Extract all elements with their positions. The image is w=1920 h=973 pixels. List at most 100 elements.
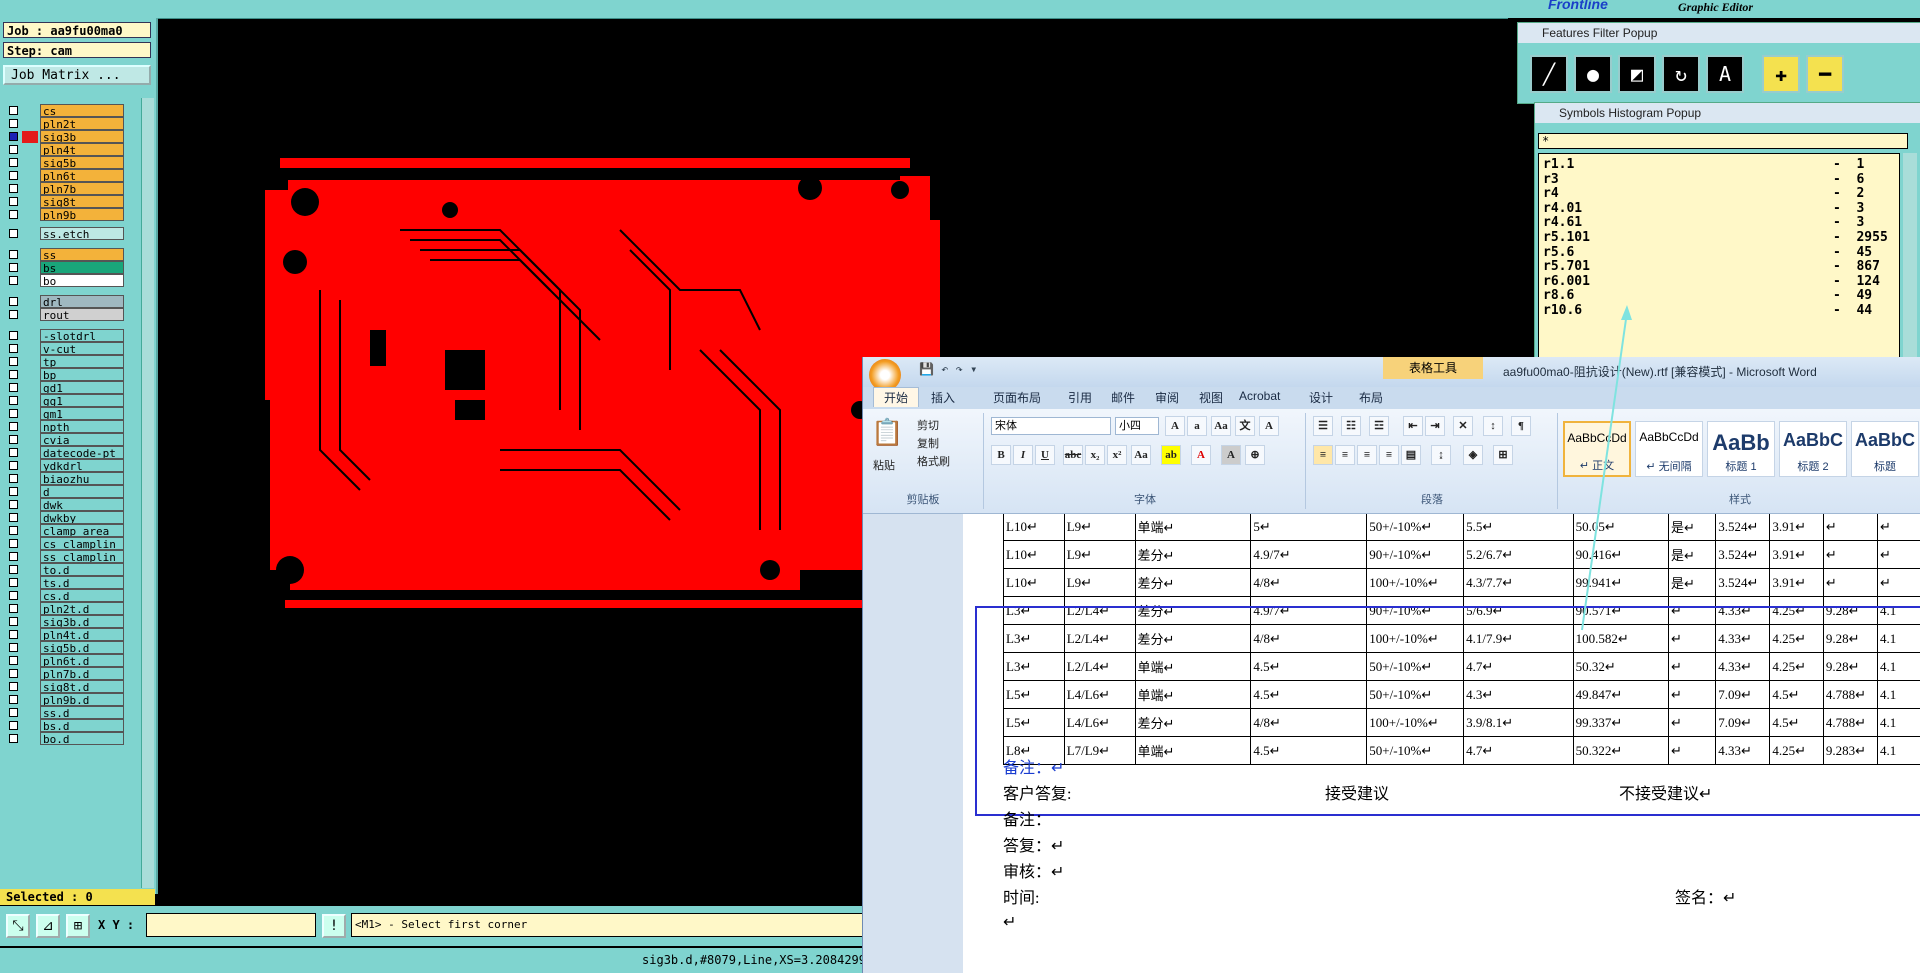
layer-name[interactable]: npth [40, 420, 124, 433]
layer-name[interactable]: -slotdrl [40, 329, 124, 342]
paste-button[interactable]: 粘贴 [873, 457, 895, 473]
layer-checkbox[interactable] [9, 708, 18, 717]
histogram-row[interactable]: r10.6 - 44 [1543, 302, 1872, 320]
layer-row[interactable]: drl [2, 295, 142, 309]
style-option[interactable]: AaBbC 标题 [1851, 421, 1919, 477]
cut-button[interactable]: 剪切 [917, 417, 939, 433]
text-filter-icon[interactable]: A [1706, 55, 1744, 93]
layer-row[interactable]: pln9b [2, 208, 142, 222]
layer-row[interactable]: gm1 [2, 407, 142, 421]
layer-row[interactable]: biaozhu [2, 472, 142, 486]
layer-checkbox[interactable] [9, 171, 18, 180]
table-cell[interactable]: L9↵ [1063, 514, 1136, 541]
document-page[interactable]: L10↵ L9↵ 单端↵ 5↵ 50+/-10%↵ 5.5↵ 50.05↵ 是↵ 3.524↵ 3… [963, 514, 1920, 973]
layer-checkbox[interactable] [9, 396, 18, 405]
layer-name[interactable]: cs_clamplin [40, 537, 124, 550]
table-cell[interactable]: L10↵ [1003, 540, 1065, 569]
layer-row[interactable]: cvia [2, 433, 142, 447]
layer-row[interactable]: pln2t [2, 117, 142, 131]
layer-name[interactable]: sig8t [40, 195, 124, 208]
layer-row[interactable]: -slotdrl [2, 329, 142, 343]
layer-name[interactable]: sig5b.d [40, 641, 124, 654]
layer-name[interactable]: pln9b.d [40, 693, 124, 706]
layer-name[interactable]: to.d [40, 563, 124, 576]
layer-checkbox[interactable] [9, 409, 18, 418]
layer-row[interactable]: pln9b.d [2, 693, 142, 707]
table-cell[interactable]: ↵ [1822, 514, 1879, 541]
enclose-char-icon[interactable]: ⊕ [1245, 445, 1265, 465]
ribbon-tab[interactable]: 邮件 [1111, 389, 1135, 406]
layer-name[interactable]: datecode-pt [40, 446, 124, 459]
layer-name[interactable]: ydkdrl [40, 459, 124, 472]
table-cell[interactable]: 5↵ [1250, 514, 1368, 541]
table-cell[interactable]: ↵ [1822, 568, 1879, 597]
layer-row[interactable]: ss.d [2, 706, 142, 720]
line-spacing-icon[interactable]: ↨ [1431, 445, 1451, 465]
negative-filter-icon[interactable]: ━ [1806, 55, 1844, 93]
multilevel-list-icon[interactable]: ☲ [1369, 416, 1389, 436]
table-cell[interactable]: 99.941↵ [1572, 568, 1669, 597]
table-cell[interactable]: 是↵ [1667, 514, 1717, 541]
layer-row[interactable]: pln2t.d [2, 602, 142, 616]
layer-row[interactable]: bp [2, 368, 142, 382]
table-cell[interactable]: 4/8↵ [1250, 568, 1368, 597]
table-cell[interactable]: 5.2/6.7↵ [1463, 540, 1574, 569]
layer-row[interactable]: cs.d [2, 589, 142, 603]
histogram-filter-input[interactable]: * [1538, 133, 1908, 149]
pad-filter-icon[interactable]: ● [1574, 55, 1612, 93]
table-cell[interactable]: ↵ [1877, 514, 1920, 541]
change-case-icon-2[interactable]: Aa [1131, 445, 1151, 465]
line-filter-icon[interactable]: ╱ [1530, 55, 1568, 93]
layer-name[interactable]: ss.etch [40, 227, 124, 240]
char-shading-icon[interactable]: A [1221, 445, 1241, 465]
bold-icon[interactable]: B [991, 445, 1011, 465]
layer-row[interactable]: dwkby [2, 511, 142, 525]
style-option[interactable]: AaBbCcDd ↵ 无间隔 [1635, 421, 1703, 477]
layer-checkbox[interactable] [9, 643, 18, 652]
histogram-scrollbar[interactable] [1903, 153, 1917, 363]
layer-row[interactable]: bo.d [2, 732, 142, 746]
layer-row[interactable]: rout [2, 308, 142, 322]
layer-checkbox[interactable] [9, 487, 18, 496]
layer-checkbox[interactable] [9, 734, 18, 743]
layer-row[interactable]: pln4t.d [2, 628, 142, 642]
layer-row[interactable]: ss.etch [2, 227, 142, 241]
layer-row[interactable]: datecode-pt [2, 446, 142, 460]
layer-row[interactable]: sig5b [2, 156, 142, 170]
layer-name[interactable]: cvia [40, 433, 124, 446]
ribbon-tab[interactable]: 插入 [931, 389, 955, 406]
layer-checkbox[interactable] [9, 630, 18, 639]
ribbon-tab[interactable]: 设计 [1309, 389, 1333, 406]
layer-name[interactable]: bs [40, 261, 124, 274]
layer-checkbox[interactable] [9, 422, 18, 431]
layer-name[interactable]: biaozhu [40, 472, 124, 485]
layer-name[interactable]: sig5b [40, 156, 124, 169]
table-cell[interactable]: 是↵ [1667, 568, 1717, 597]
layer-checkbox[interactable] [9, 250, 18, 259]
layer-row[interactable]: sig3b.d [2, 615, 142, 629]
layer-checkbox[interactable] [9, 500, 18, 509]
layer-name[interactable]: bo [40, 274, 124, 287]
layer-row[interactable]: dwk [2, 498, 142, 512]
layer-name[interactable]: rout [40, 308, 124, 321]
positive-filter-icon[interactable]: ✚ [1762, 55, 1800, 93]
layer-checkbox[interactable] [9, 604, 18, 613]
layer-name[interactable]: pln6t.d [40, 654, 124, 667]
warning-icon[interactable]: ! [322, 914, 346, 938]
format-painter-button[interactable]: 格式刷 [917, 453, 950, 469]
layer-checkbox[interactable] [9, 695, 18, 704]
align-left-icon[interactable]: ≡ [1313, 445, 1333, 465]
layer-checkbox[interactable] [9, 721, 18, 730]
layer-checkbox[interactable] [9, 297, 18, 306]
italic-icon[interactable]: I [1013, 445, 1033, 465]
layer-list-scrollbar[interactable] [141, 98, 154, 888]
table-cell[interactable]: 差分↵ [1134, 540, 1252, 569]
strikethrough-icon[interactable]: abc [1063, 445, 1083, 465]
layer-name[interactable]: sig8t.d [40, 680, 124, 693]
superscript-icon[interactable]: x² [1107, 445, 1127, 465]
layer-row[interactable]: ts.d [2, 576, 142, 590]
ribbon-tab[interactable]: 审阅 [1155, 389, 1179, 406]
table-cell[interactable]: 50.05↵ [1572, 514, 1669, 541]
highlight-icon[interactable]: ab [1161, 445, 1181, 465]
layer-checkbox[interactable] [9, 276, 18, 285]
